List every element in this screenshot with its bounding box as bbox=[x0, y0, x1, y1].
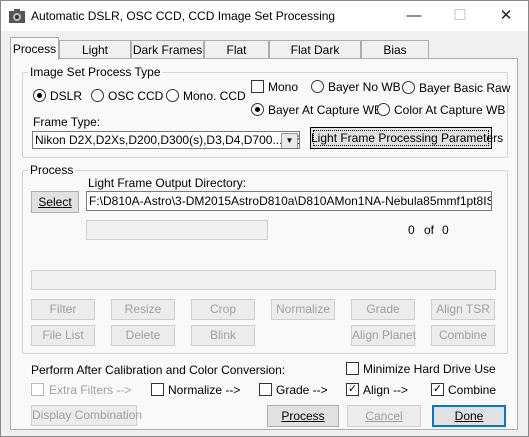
osc-ccd-radio[interactable] bbox=[91, 89, 104, 102]
minimize-button[interactable]: — bbox=[391, 1, 437, 31]
image-set-group-label: Image Set Process Type bbox=[28, 65, 163, 79]
status-field bbox=[31, 270, 496, 290]
grade-button[interactable]: Grade bbox=[351, 299, 415, 320]
progress-field bbox=[86, 220, 268, 240]
bayer-basic-raw-radio[interactable] bbox=[402, 81, 415, 94]
output-directory-field[interactable]: F:\D810A-Astro\3-DM2015AstroD810a\D810AM… bbox=[86, 191, 492, 211]
process-button-label: Process bbox=[281, 409, 325, 423]
minimize-hd-label: Minimize Hard Drive Use bbox=[363, 362, 496, 376]
dslr-radio[interactable] bbox=[33, 89, 46, 102]
combine-label: Combine bbox=[448, 383, 497, 397]
normalize-button[interactable]: Normalize bbox=[271, 299, 335, 320]
dslr-label: DSLR bbox=[50, 89, 83, 103]
align-label: Align --> bbox=[363, 383, 409, 397]
frame-type-value: Nikon D2X,D2Xs,D200,D300(s),D3,D4,D700..… bbox=[35, 133, 300, 147]
count-current: 0 bbox=[408, 223, 415, 237]
tab-flat-frames[interactable]: Flat Frames bbox=[204, 40, 269, 75]
combine-button[interactable]: Combine bbox=[431, 325, 495, 346]
grade-label: Grade --> bbox=[276, 383, 328, 397]
extra-filters-label: Extra Filters --> bbox=[49, 383, 132, 397]
tab-bias-frames[interactable]: Bias Frames bbox=[361, 40, 429, 75]
file-list-button[interactable]: File List bbox=[31, 325, 95, 346]
combine-checkbox[interactable]: ✓ bbox=[431, 383, 444, 396]
light-frame-processing-parameters-button[interactable]: Light Frame Processing Parameters bbox=[310, 127, 503, 149]
count-total: 0 bbox=[442, 223, 449, 237]
cancel-button-label: Cancel bbox=[365, 409, 403, 423]
select-directory-button[interactable]: Select bbox=[31, 191, 79, 213]
bayer-no-wb-radio[interactable] bbox=[311, 80, 324, 93]
normalize-label: Normalize --> bbox=[168, 383, 241, 397]
display-combination-button[interactable]: Display Combination bbox=[31, 405, 142, 426]
output-directory-label: Light Frame Output Directory: bbox=[88, 176, 247, 190]
title-bar[interactable]: Automatic DSLR, OSC CCD, CCD Image Set P… bbox=[1, 1, 528, 31]
blink-button[interactable]: Blink bbox=[191, 325, 255, 346]
tab-dark-frames[interactable]: Dark Frames bbox=[131, 40, 204, 59]
chevron-down-icon[interactable]: ▼ bbox=[281, 133, 298, 148]
color-at-capture-wb-radio[interactable] bbox=[377, 103, 390, 116]
process-group-label: Process bbox=[28, 163, 76, 177]
cancel-button[interactable]: Cancel bbox=[347, 405, 421, 427]
close-button[interactable]: ✕ bbox=[483, 1, 529, 31]
tab-light-frames[interactable]: Light Frames bbox=[59, 40, 131, 75]
align-planet-button[interactable]: Align Planet bbox=[351, 325, 416, 346]
window-title: Automatic DSLR, OSC CCD, CCD Image Set P… bbox=[31, 9, 336, 23]
normalize-checkbox[interactable] bbox=[151, 383, 164, 396]
frame-type-select[interactable]: Nikon D2X,D2Xs,D200,D300(s),D3,D4,D700..… bbox=[32, 131, 300, 149]
filter-button[interactable]: Filter bbox=[31, 299, 95, 320]
extra-filters-checkbox bbox=[31, 383, 44, 396]
after-calibration-label: Perform After Calibration and Color Conv… bbox=[31, 363, 286, 377]
mono-label: Mono bbox=[268, 80, 299, 94]
mono-ccd-radio[interactable] bbox=[166, 89, 179, 102]
osc-ccd-label: OSC CCD bbox=[108, 89, 164, 103]
tab-process[interactable]: Process bbox=[10, 37, 59, 60]
minimize-hd-checkbox[interactable] bbox=[346, 362, 359, 375]
delete-button[interactable]: Delete bbox=[111, 325, 175, 346]
select-button-label: Select bbox=[38, 195, 72, 209]
bayer-basic-raw-label: Bayer Basic Raw bbox=[419, 81, 511, 95]
maximize-button: ☐ bbox=[453, 7, 467, 24]
frame-type-label: Frame Type: bbox=[33, 115, 101, 129]
done-button-label: Done bbox=[454, 409, 484, 423]
color-at-capture-wb-label: Color At Capture WB bbox=[394, 103, 506, 117]
bayer-no-wb-label: Bayer No WB bbox=[328, 80, 401, 94]
crop-button[interactable]: Crop bbox=[191, 299, 255, 320]
done-button[interactable]: Done bbox=[432, 405, 506, 427]
grade-checkbox[interactable] bbox=[259, 383, 272, 396]
process-button[interactable]: Process bbox=[267, 405, 339, 427]
resize-button[interactable]: Resize bbox=[111, 299, 175, 320]
tab-flat-dark-frames[interactable]: Flat Dark Frames bbox=[269, 40, 361, 75]
bayer-at-capture-wb-label: Bayer At Capture WB bbox=[268, 103, 383, 117]
bayer-at-capture-wb-radio[interactable] bbox=[251, 103, 264, 116]
align-checkbox[interactable]: ✓ bbox=[346, 383, 359, 396]
mono-ccd-label: Mono. CCD bbox=[183, 89, 246, 103]
count-of: of bbox=[424, 223, 435, 237]
mono-checkbox[interactable] bbox=[251, 80, 264, 93]
app-icon bbox=[9, 9, 25, 23]
align-tsr-button[interactable]: Align TSR bbox=[431, 299, 495, 320]
